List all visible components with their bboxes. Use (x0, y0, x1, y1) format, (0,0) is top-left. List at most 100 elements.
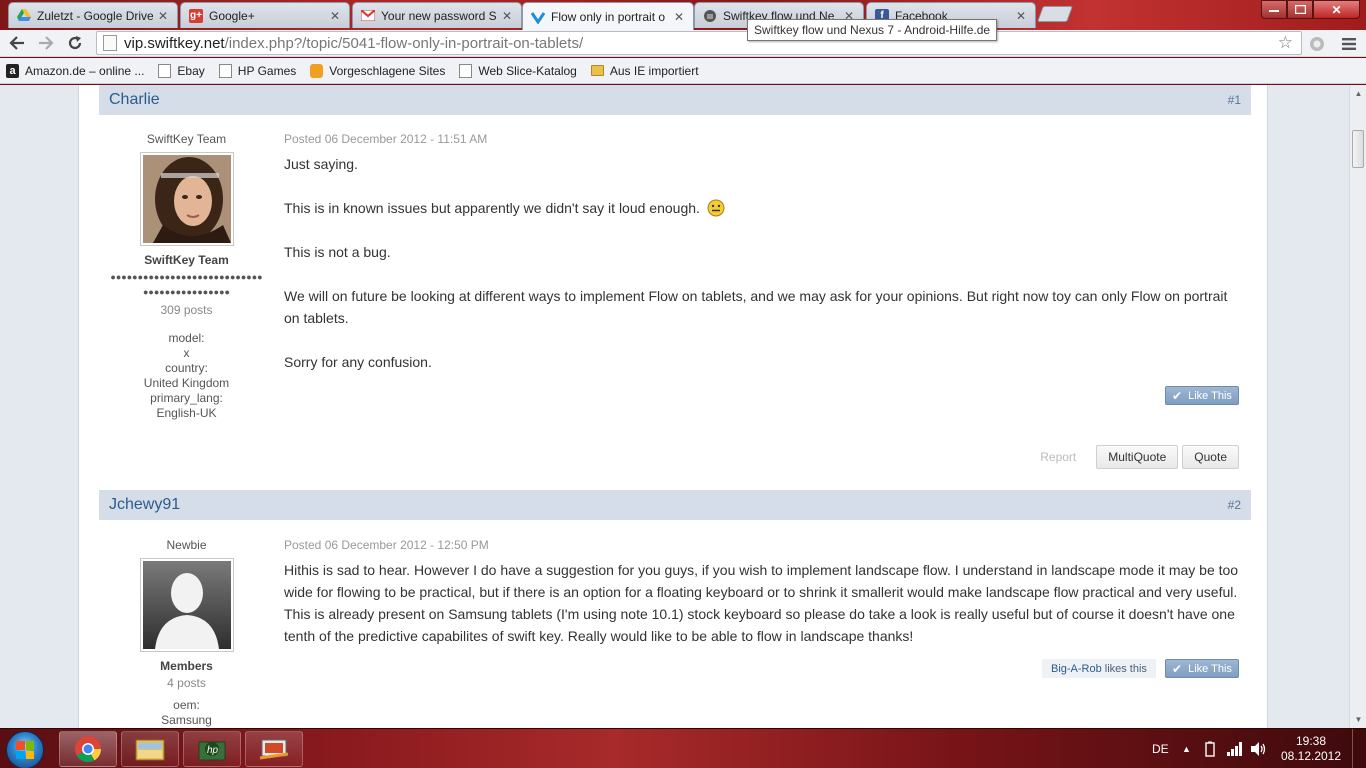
bookmarks-bar: a Amazon.de – online ... Ebay HP Games V… (0, 58, 1366, 84)
svg-text:hp: hp (207, 745, 219, 756)
user-rank: SwiftKey Team (146, 132, 227, 146)
post-body: Newbie Members 4 posts oem: Samsung Post… (99, 521, 1251, 728)
post-author-link[interactable]: Jchewy91 (109, 496, 180, 514)
show-desktop-button[interactable] (1352, 729, 1366, 768)
back-button[interactable] (6, 32, 28, 54)
tab-gmail[interactable]: Your new password S ✕ (352, 2, 522, 28)
default-avatar-icon (142, 561, 231, 649)
likes-summary: Big-A-Rob likes this (1042, 659, 1156, 678)
forward-button[interactable] (35, 32, 57, 54)
clock-date: 08.12.2012 (1280, 749, 1342, 763)
page-scrollbar[interactable]: ▲ ▼ (1349, 85, 1366, 728)
windows-logo-icon (16, 741, 34, 759)
suggested-sites-icon (310, 63, 324, 78)
volume-icon[interactable] (1251, 729, 1267, 768)
post-number-link[interactable]: #2 (1228, 498, 1241, 512)
close-icon[interactable]: ✕ (157, 9, 169, 23)
amazon-icon: a (6, 63, 19, 78)
post-number-link[interactable]: #1 (1228, 93, 1241, 107)
user-info: SwiftKey Team SwiftKey Team ●●●●●●●●●●●●… (99, 115, 274, 421)
post-actions: Report MultiQuote Quote (1040, 445, 1239, 469)
taskbar-explorer[interactable] (121, 731, 179, 767)
browser-titlebar: Zuletzt - Google Drive ✕ g+ Google+ ✕ Yo… (0, 0, 1366, 30)
user-group: Members (160, 659, 213, 673)
like-button[interactable]: ✔ Like This (1165, 659, 1239, 678)
bookmark-suggested-sites[interactable]: Vorgeschlagene Sites (310, 63, 445, 78)
post-author-link[interactable]: Charlie (109, 91, 160, 109)
user-info: Newbie Members 4 posts oem: Samsung (99, 521, 274, 728)
page-icon (459, 63, 473, 78)
gmail-icon (361, 9, 375, 23)
post-date: Posted 06 December 2012 - 12:50 PM (284, 538, 489, 552)
folder-icon (135, 739, 165, 761)
close-icon[interactable]: ✕ (673, 10, 685, 24)
profile-fields: oem: Samsung (161, 698, 212, 727)
tab-swiftkey-forum[interactable]: Flow only in portrait o ✕ (522, 2, 694, 30)
android-icon (703, 9, 717, 23)
scroll-thumb[interactable] (1352, 130, 1364, 168)
page-icon (103, 35, 117, 51)
avatar[interactable] (139, 152, 234, 246)
post-body: SwiftKey Team SwiftKey Team ●●●●●●●●●●●●… (99, 115, 1251, 485)
tab-tooltip: Swiftkey flow und Nexus 7 - Android-Hilf… (747, 19, 998, 41)
tray-expand-icon[interactable]: ▲ (1182, 729, 1191, 768)
taskbar-app[interactable] (245, 731, 303, 767)
page-icon (158, 63, 172, 78)
scroll-up-icon[interactable]: ▲ (1350, 85, 1366, 102)
scroll-down-icon[interactable]: ▼ (1350, 711, 1366, 728)
drive-icon (17, 9, 31, 23)
bookmark-amazon[interactable]: a Amazon.de – online ... (6, 63, 144, 78)
bookmark-web-slice[interactable]: Web Slice-Katalog (459, 63, 577, 78)
check-icon: ✔ (1172, 661, 1183, 676)
quote-button[interactable]: Quote (1182, 445, 1239, 469)
report-link[interactable]: Report (1040, 450, 1076, 464)
minimize-button[interactable] (1261, 0, 1287, 19)
bookmark-folder-ie[interactable]: Aus IE importiert (590, 64, 699, 78)
close-icon[interactable]: ✕ (501, 9, 513, 23)
avatar[interactable] (139, 558, 234, 652)
reload-icon (68, 36, 82, 50)
multiquote-button[interactable]: MultiQuote (1096, 445, 1179, 469)
user-rank: Newbie (166, 538, 207, 552)
address-bar[interactable]: vip.swiftkey.net/index.php?/topic/5041-f… (96, 31, 1302, 55)
new-tab-button[interactable] (1037, 6, 1073, 22)
close-icon[interactable]: ✕ (329, 9, 341, 23)
chrome-icon (75, 736, 102, 763)
post-header: Charlie #1 (99, 85, 1251, 115)
browser-toolbar: vip.swiftkey.net/index.php?/topic/5041-f… (0, 30, 1366, 57)
system-clock[interactable]: 19:38 08.12.2012 (1280, 734, 1342, 764)
swiftkey-icon (531, 10, 545, 24)
maximize-button[interactable] (1287, 0, 1313, 19)
taskbar-hp[interactable]: hp (183, 731, 241, 767)
menu-wrench-icon[interactable] (1338, 33, 1360, 55)
post-count: 4 posts (167, 676, 206, 690)
reload-button[interactable] (64, 32, 86, 54)
windows-taskbar: hp DE ▲ 19:38 08.12.2012 (0, 728, 1366, 768)
bookmark-ebay[interactable]: Ebay (158, 63, 205, 78)
bookmark-hp-games[interactable]: HP Games (218, 63, 296, 78)
post-date: Posted 06 December 2012 - 11:51 AM (284, 132, 488, 146)
profile-fields: model: x country: United Kingdom primary… (143, 331, 230, 420)
tab-google-plus[interactable]: g+ Google+ ✕ (180, 2, 350, 28)
window-close-button[interactable]: ✕ (1313, 0, 1360, 19)
post-text: Hithis is sad to hear. However I do have… (284, 562, 1239, 644)
start-button[interactable] (6, 731, 44, 768)
tab-google-drive[interactable]: Zuletzt - Google Drive ✕ (8, 2, 178, 28)
network-icon[interactable] (1227, 729, 1243, 768)
battery-icon[interactable] (1205, 729, 1215, 768)
close-icon[interactable]: ✕ (1015, 9, 1027, 23)
taskbar-chrome[interactable] (59, 731, 117, 767)
page-viewport: Charlie #1 SwiftKey Team SwiftKey Team ●… (0, 85, 1349, 728)
post-header: Jchewy91 #2 (99, 490, 1251, 520)
hp-icon: hp (198, 741, 226, 761)
clock-time: 19:38 (1295, 734, 1327, 748)
page-icon (218, 63, 232, 78)
post-text: Just saying. This is in known issues but… (284, 156, 1228, 370)
folder-icon (590, 65, 604, 76)
post-content: Posted 06 December 2012 - 12:50 PM Hithi… (284, 521, 1244, 669)
liker-link[interactable]: Big-A-Rob (1051, 663, 1102, 675)
extension-icon[interactable] (1306, 33, 1328, 55)
language-indicator[interactable]: DE (1152, 729, 1169, 768)
bookmark-star-icon[interactable]: ☆ (1278, 33, 1293, 53)
like-button[interactable]: ✔ Like This (1165, 386, 1239, 405)
